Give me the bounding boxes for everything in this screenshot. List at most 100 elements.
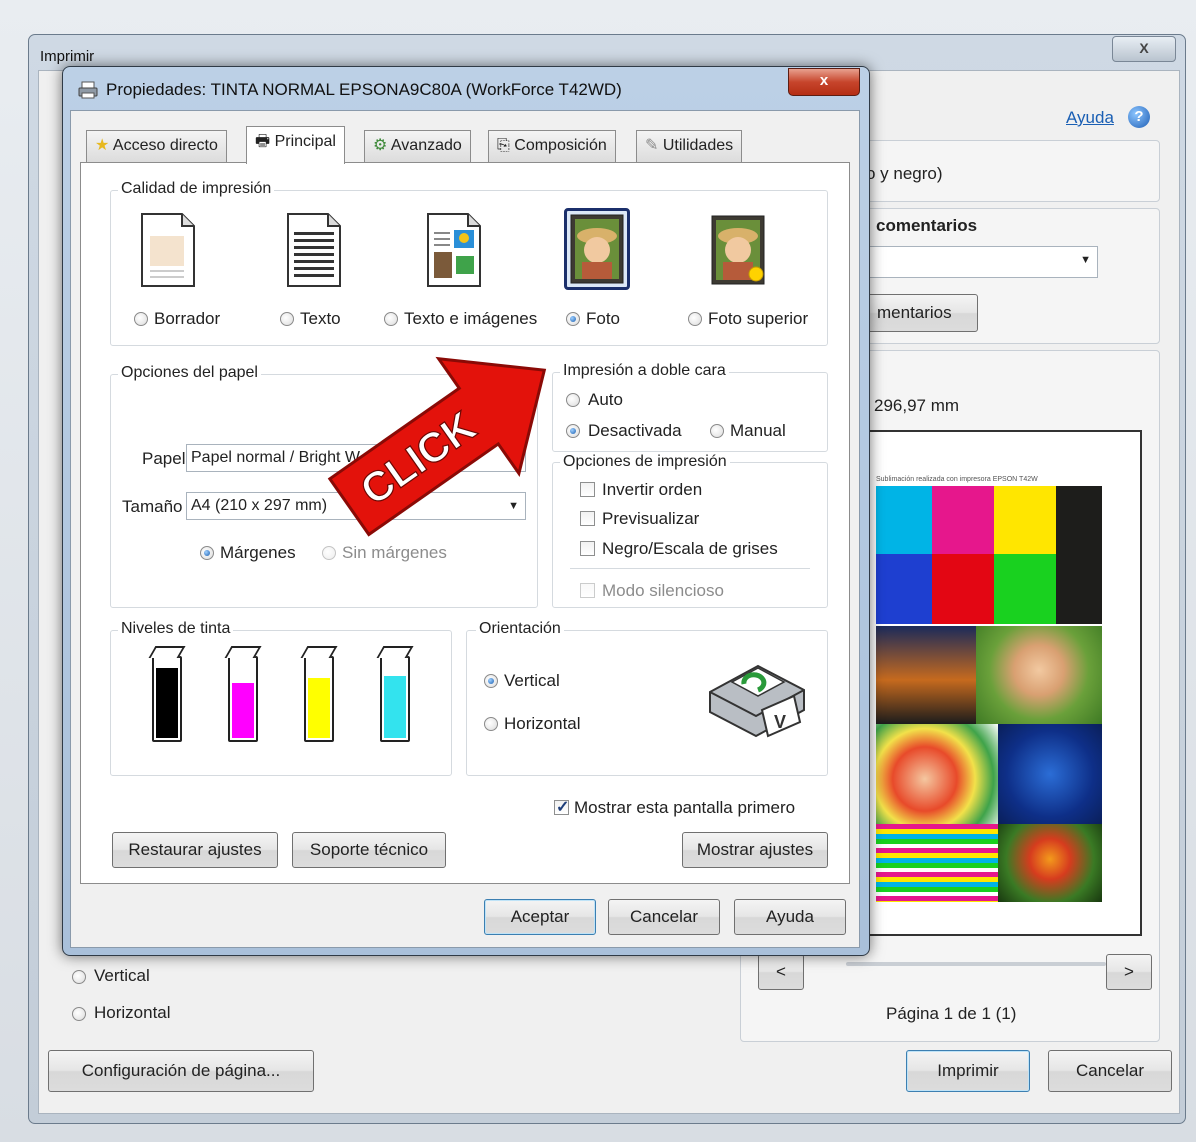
photo-icon <box>570 214 624 284</box>
printer-orientation-icon: V <box>709 664 805 738</box>
orientation-horizontal-label: Horizontal <box>504 714 581 733</box>
black-ink-level <box>156 668 178 738</box>
cartridge-cap <box>300 646 338 658</box>
comments-heading: comentarios <box>876 216 978 235</box>
comments-select[interactable]: ▼ <box>866 246 1098 278</box>
show-first-checkbox[interactable] <box>554 797 569 817</box>
superior-photo-icon <box>711 215 765 285</box>
paper-size-label: Tamaño <box>122 497 183 516</box>
preview-swatch <box>994 486 1056 554</box>
yellow-ink-cartridge <box>300 646 338 742</box>
technical-support-button[interactable]: Soporte técnico <box>292 832 446 868</box>
tab-label: Utilidades <box>662 137 734 154</box>
print-preview: Sublimación realizada con impresora EPSO… <box>850 430 1142 936</box>
grayscale-checkbox[interactable] <box>580 541 595 556</box>
preview-header-text: Sublimación realizada con impresora EPSO… <box>876 476 1038 483</box>
preview-next-button[interactable]: > <box>1106 954 1152 990</box>
cyan-ink-level <box>384 676 406 738</box>
duplex-auto-label: Auto <box>588 390 623 409</box>
print-options-title: Opciones de impresión <box>560 453 730 471</box>
tab-utilidades[interactable]: ✎ Utilidades <box>636 130 743 162</box>
page-setup-button[interactable]: Configuración de página... <box>48 1050 314 1092</box>
dialog-title: Propiedades: TINTA NORMAL EPSONA9C80A (W… <box>106 80 622 99</box>
restore-settings-button[interactable]: Restaurar ajustes <box>112 832 278 868</box>
tab-acceso-directo[interactable]: ★ Acceso directo <box>86 130 227 162</box>
printer-icon <box>78 81 98 99</box>
duplex-off-label: Desactivada <box>588 421 682 440</box>
preview-color-blocks <box>876 486 1102 626</box>
page-indicator: Página 1 de 1 (1) <box>886 1004 1017 1023</box>
print-cancel-button[interactable]: Cancelar <box>1048 1050 1172 1092</box>
grayscale-label: Negro/Escala de grises <box>602 539 778 558</box>
tab-label: Acceso directo <box>112 137 218 154</box>
preview-swatch <box>932 486 994 554</box>
click-arrow-annotation: CLICK <box>327 356 547 537</box>
tab-label: Avanzado <box>390 137 462 154</box>
margins-radio[interactable] <box>200 546 214 560</box>
tab-principal[interactable]: 🖶 Principal <box>246 126 345 164</box>
yellow-ink-level <box>308 678 330 738</box>
dialog-cancel-button[interactable]: Cancelar <box>608 899 720 935</box>
margins-label: Márgenes <box>220 543 296 562</box>
preview-checkbox[interactable] <box>580 511 595 526</box>
layout-icon: ⎘ <box>497 137 510 154</box>
duplex-title: Impresión a doble cara <box>560 362 729 380</box>
cartridge-cap <box>148 646 186 658</box>
preview-scroll-track[interactable] <box>846 962 1106 966</box>
ok-button[interactable]: Aceptar <box>484 899 596 935</box>
divider <box>570 568 810 569</box>
svg-text:V: V <box>774 712 786 732</box>
print-button[interactable]: Imprimir <box>906 1050 1030 1092</box>
dialog-help-button[interactable]: Ayuda <box>734 899 846 935</box>
dialog-close-button[interactable]: x <box>788 68 860 96</box>
quiet-mode-checkbox[interactable] <box>580 583 595 598</box>
preview-label: Previsualizar <box>602 509 700 528</box>
magenta-ink-level <box>232 682 254 738</box>
quality-borrador-radio[interactable] <box>134 312 148 326</box>
star-icon: ★ <box>95 137 110 154</box>
preview-photo-flower <box>998 824 1102 902</box>
print-window-close-button[interactable]: X <box>1112 36 1176 62</box>
duplex-manual-radio[interactable] <box>710 424 724 438</box>
tab-avanzado[interactable]: ⚙ Avanzado <box>364 130 471 162</box>
quality-foto-label: Foto <box>586 309 621 328</box>
quiet-mode-label: Modo silencioso <box>602 581 724 600</box>
help-link[interactable]: Ayuda <box>1066 108 1114 128</box>
tab-label: Principal <box>274 133 336 150</box>
orientation-vertical-radio[interactable] <box>484 674 498 688</box>
preview-prev-button[interactable]: < <box>758 954 804 990</box>
preview-swatch <box>994 554 1056 624</box>
preview-swatch <box>876 554 932 624</box>
draft-document-icon <box>141 213 195 287</box>
show-first-label: Mostrar esta pantalla primero <box>574 798 796 817</box>
comments-button[interactable]: mentarios <box>866 294 978 332</box>
tab-composicion[interactable]: ⎘ Composición <box>488 130 616 162</box>
back-orientation-vertical-label: Vertical <box>94 966 150 985</box>
quality-group-title: Calidad de impresión <box>118 180 275 198</box>
orientation-horizontal-radio[interactable] <box>484 717 498 731</box>
preview-swatch <box>1056 486 1102 554</box>
back-orientation-vertical-radio[interactable] <box>72 970 86 984</box>
paper-size-value: A4 (210 x 297 mm) <box>191 497 328 514</box>
quality-texto-radio[interactable] <box>280 312 294 326</box>
ink-levels-title: Niveles de tinta <box>118 620 234 638</box>
duplex-manual-label: Manual <box>730 421 786 440</box>
color-mode-text: o y negro) <box>866 164 943 183</box>
paper-options-title: Opciones del papel <box>118 364 261 382</box>
show-settings-button[interactable]: Mostrar ajustes <box>682 832 828 868</box>
tab-label: Composición <box>514 137 607 154</box>
preview-photo-fish <box>998 724 1102 824</box>
reverse-order-checkbox[interactable] <box>580 482 595 497</box>
cartridge-cap <box>376 646 414 658</box>
paper-size-text: 296,97 mm <box>874 396 960 415</box>
preview-swatch <box>932 554 994 624</box>
gear-icon: ⚙ <box>373 137 388 154</box>
help-icon[interactable]: ? <box>1128 106 1150 128</box>
quality-foto-superior-radio[interactable] <box>688 312 702 326</box>
preview-photo-hands <box>876 724 998 824</box>
back-orientation-horizontal-radio[interactable] <box>72 1007 86 1021</box>
quality-foto-superior-label: Foto superior <box>708 309 809 328</box>
preview-color-stripes <box>876 824 998 902</box>
orientation-vertical-label: Vertical <box>504 671 560 690</box>
black-ink-cartridge <box>148 646 186 742</box>
